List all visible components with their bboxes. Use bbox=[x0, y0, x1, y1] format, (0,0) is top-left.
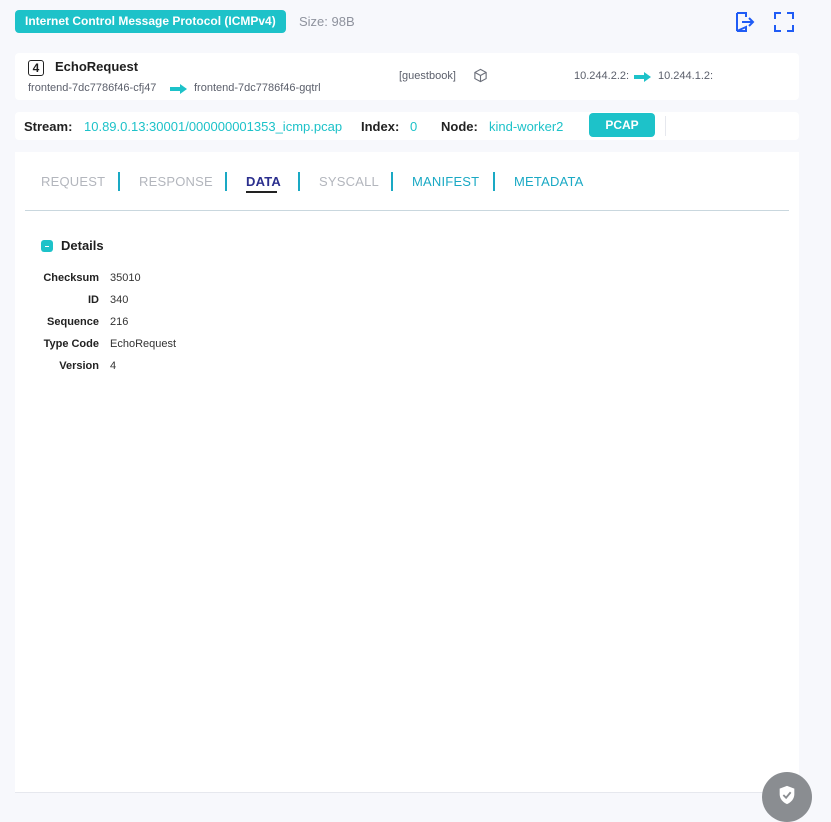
field-value: 4 bbox=[110, 360, 117, 372]
stream-label: Stream: bbox=[24, 119, 73, 134]
field-key: ID bbox=[88, 294, 99, 306]
index-value: 0 bbox=[410, 119, 418, 134]
field-key: Sequence bbox=[47, 316, 99, 328]
field-key: Version bbox=[59, 360, 99, 372]
tab-separator bbox=[118, 172, 120, 191]
size-label: Size: 98B bbox=[299, 14, 355, 29]
panel-bottom-border bbox=[15, 792, 799, 793]
dest-pod[interactable]: frontend-7dc7786f46-gqtrl bbox=[194, 82, 321, 94]
collapse-icon[interactable] bbox=[41, 240, 53, 252]
main-panel: REQUEST RESPONSE DATA SYSCALL MANIFEST M… bbox=[15, 152, 799, 792]
tab-request[interactable]: REQUEST bbox=[41, 174, 105, 189]
tab-separator bbox=[225, 172, 227, 191]
tab-metadata[interactable]: METADATA bbox=[514, 174, 584, 189]
field-row: ID 340 bbox=[15, 294, 315, 308]
index-label: Index: bbox=[361, 119, 400, 134]
shield-icon bbox=[779, 785, 795, 805]
field-key: Checksum bbox=[43, 272, 99, 284]
active-tab-underline bbox=[246, 191, 277, 193]
field-row: Checksum 35010 bbox=[15, 272, 315, 286]
field-key: Type Code bbox=[43, 338, 99, 350]
field-row: Type Code EchoRequest bbox=[15, 338, 315, 352]
dest-ip[interactable]: 10.244.1.2: bbox=[658, 70, 713, 82]
cube-icon bbox=[473, 68, 488, 83]
tab-bar: REQUEST RESPONSE DATA SYSCALL MANIFEST M… bbox=[25, 152, 789, 211]
fullscreen-icon[interactable] bbox=[772, 10, 796, 34]
tab-response[interactable]: RESPONSE bbox=[139, 174, 213, 189]
direction-arrow-icon bbox=[169, 83, 189, 95]
protocol-badge: Internet Control Message Protocol (ICMPv… bbox=[15, 10, 286, 33]
field-row: Sequence 216 bbox=[15, 316, 315, 330]
tab-data[interactable]: DATA bbox=[246, 174, 281, 189]
tab-separator bbox=[391, 172, 393, 191]
entry-number: 4 bbox=[28, 60, 44, 76]
field-value: 340 bbox=[110, 294, 129, 306]
field-value: EchoRequest bbox=[110, 338, 177, 350]
help-button[interactable] bbox=[762, 772, 812, 822]
tab-separator bbox=[298, 172, 300, 191]
entry-title: EchoRequest bbox=[55, 59, 139, 74]
field-value: 216 bbox=[110, 316, 129, 328]
source-pod[interactable]: frontend-7dc7786f46-cfj47 bbox=[28, 82, 156, 94]
node-label: Node: bbox=[441, 119, 478, 134]
pcap-button[interactable]: PCAP bbox=[589, 113, 655, 137]
stream-link[interactable]: 10.89.0.13:30001/000000001353_icmp.pcap bbox=[84, 119, 342, 134]
top-bar: Internet Control Message Protocol (ICMPv… bbox=[15, 10, 801, 34]
namespace-label[interactable]: [guestbook] bbox=[399, 70, 456, 82]
stream-row: Stream: 10.89.0.13:30001/000000001353_ic… bbox=[15, 112, 799, 140]
entry-card: 4 EchoRequest frontend-7dc7786f46-cfj47 … bbox=[15, 53, 799, 100]
tab-separator bbox=[493, 172, 495, 191]
field-row: Version 4 bbox=[15, 360, 315, 374]
details-title: Details bbox=[61, 238, 104, 253]
source-ip[interactable]: 10.244.2.2: bbox=[574, 70, 629, 82]
divider bbox=[665, 116, 666, 136]
tab-syscall[interactable]: SYSCALL bbox=[319, 174, 379, 189]
tab-manifest[interactable]: MANIFEST bbox=[412, 174, 479, 189]
panel-toggle-icon[interactable] bbox=[733, 10, 757, 34]
ip-direction-arrow-icon bbox=[633, 71, 653, 83]
node-value[interactable]: kind-worker2 bbox=[489, 119, 563, 134]
field-value: 35010 bbox=[110, 272, 141, 284]
